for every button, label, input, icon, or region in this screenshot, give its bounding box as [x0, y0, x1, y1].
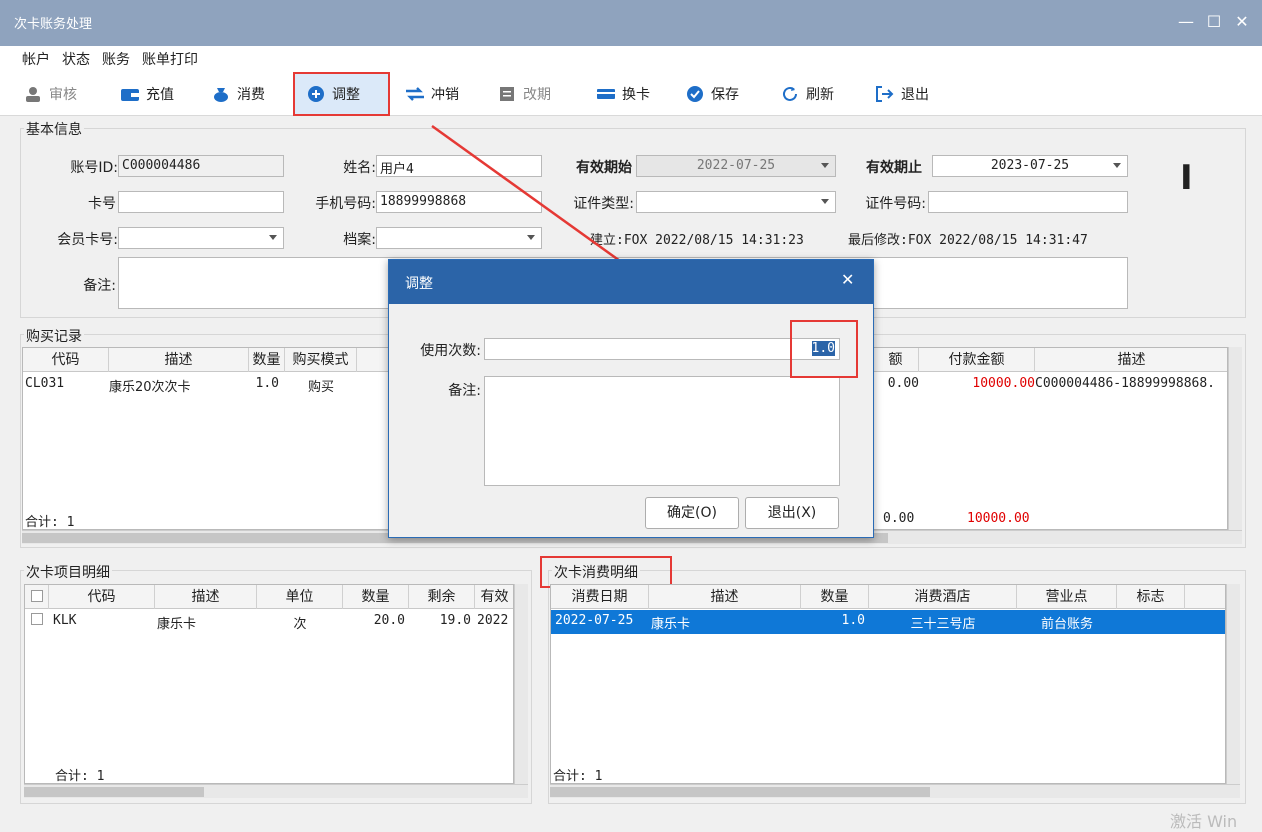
valid-end-label: 有效期止 — [866, 160, 922, 176]
items-total: 合计: 1 — [55, 769, 105, 784]
user-icon — [24, 85, 42, 103]
card-icon — [597, 85, 615, 103]
use-count-label: 使用次数: — [420, 343, 481, 359]
refresh-icon — [781, 85, 799, 103]
member-card-select[interactable] — [118, 227, 284, 249]
consume-vscroll[interactable] — [1226, 584, 1240, 784]
col-paid[interactable]: 付款金额 — [919, 348, 1035, 372]
adjust-button[interactable]: 调整 — [293, 72, 390, 116]
count-highlight — [790, 320, 858, 378]
card-no-label: 卡号 — [88, 196, 116, 212]
exit-icon — [876, 85, 894, 103]
plus-circle-icon — [307, 85, 325, 103]
col-mode[interactable]: 购买模式 — [285, 348, 357, 372]
use-count-field[interactable]: 1.0 — [484, 338, 840, 360]
col-amount[interactable]: 额 — [873, 348, 919, 372]
exit-button[interactable]: 退出 — [872, 78, 933, 110]
purchase-total: 合计: 1 — [25, 515, 75, 530]
consume-table: 消费日期 描述 数量 消费酒店 营业点 标志 2022-07-25 康乐卡 1.… — [550, 584, 1226, 784]
confirm-button[interactable]: 确定(O) — [645, 497, 739, 529]
col-qty[interactable]: 数量 — [249, 348, 285, 372]
col-desc[interactable]: 描述 — [109, 348, 249, 372]
valid-end-field[interactable]: 2023-07-25 — [932, 155, 1128, 177]
items-title: 次卡项目明细 — [24, 562, 112, 582]
chevron-down-icon — [821, 163, 829, 168]
toolbar: 审核 充值 消费 调整 冲销 改期 换卡 保存 刷新 退出 — [0, 72, 1262, 116]
consume-button[interactable]: 消费 — [208, 78, 269, 110]
chevron-down-icon — [269, 235, 277, 240]
close-button[interactable]: ✕ — [1230, 10, 1254, 34]
bag-icon — [212, 85, 230, 103]
menu-status[interactable]: 状态 — [62, 49, 90, 69]
modified-info: 最后修改:FOX 2022/08/15 14:31:47 — [848, 233, 1088, 248]
change-card-button[interactable]: 换卡 — [593, 78, 654, 110]
items-vscroll[interactable] — [514, 584, 528, 784]
text-cursor: I — [1180, 158, 1193, 198]
window-titlebar: 次卡账务处理 — ☐ ✕ — [0, 0, 1262, 46]
purchase-title: 购买记录 — [24, 326, 84, 346]
name-label: 姓名: — [343, 160, 376, 176]
activation-watermark: 激活 Win — [1170, 812, 1238, 831]
chevron-down-icon — [821, 199, 829, 204]
col-description[interactable]: 描述 — [1035, 348, 1227, 372]
cancel-button[interactable]: 退出(X) — [745, 497, 839, 529]
calendar-icon — [498, 85, 516, 103]
table-row[interactable]: 2022-07-25 康乐卡 1.0 三十三号店 前台账务 — [551, 610, 1225, 634]
swap-icon — [406, 85, 424, 103]
reverse-button[interactable]: 冲销 — [402, 78, 463, 110]
consume-hscroll[interactable] — [550, 784, 1240, 798]
check-circle-icon — [686, 85, 704, 103]
card-no-field[interactable] — [118, 191, 284, 213]
menu-account[interactable]: 帐户 — [22, 49, 50, 69]
dialog-close-icon[interactable]: ✕ — [841, 270, 854, 289]
file-label: 档案: — [343, 232, 376, 248]
items-hscroll[interactable] — [24, 784, 528, 798]
table-row[interactable]: KLK 康乐卡 次 20.0 19.0 2022 — [25, 610, 513, 634]
reschedule-button[interactable]: 改期 — [494, 78, 555, 110]
save-button[interactable]: 保存 — [682, 78, 743, 110]
select-all-checkbox[interactable] — [30, 590, 43, 602]
items-table: 代码 描述 单位 数量 剩余 有效 KLK 康乐卡 次 20.0 19.0 20… — [24, 584, 514, 784]
refresh-button[interactable]: 刷新 — [777, 78, 838, 110]
col-code[interactable]: 代码 — [23, 348, 109, 372]
audit-button[interactable]: 审核 — [20, 78, 81, 110]
consume-total: 合计: 1 — [553, 769, 603, 784]
maximize-button[interactable]: ☐ — [1202, 10, 1226, 34]
dialog-title: 调整 — [405, 276, 433, 292]
remark-label: 备注: — [83, 278, 116, 294]
wallet-icon — [121, 85, 139, 103]
dialog-titlebar: 调整 ✕ — [389, 260, 873, 304]
basic-info-title: 基本信息 — [24, 119, 84, 139]
id-no-field[interactable] — [928, 191, 1128, 213]
dialog-remark-field[interactable] — [484, 376, 840, 486]
minimize-button[interactable]: — — [1174, 10, 1198, 34]
member-card-label: 会员卡号: — [57, 232, 118, 248]
menu-bar: 帐户 状态 账务 账单打印 — [0, 46, 1262, 72]
account-id-label: 账号ID: — [70, 160, 118, 176]
chevron-down-icon — [1113, 163, 1121, 168]
recharge-button[interactable]: 充值 — [117, 78, 178, 110]
purchase-vscroll[interactable] — [1228, 347, 1242, 530]
phone-label: 手机号码: — [315, 196, 376, 212]
row-checkbox[interactable] — [31, 613, 43, 625]
dialog-remark-label: 备注: — [448, 383, 481, 399]
menu-bill-print[interactable]: 账单打印 — [142, 49, 198, 69]
menu-billing[interactable]: 账务 — [102, 49, 130, 69]
adjust-dialog: 调整 ✕ 使用次数: 1.0 备注: 确定(O) 退出(X) — [388, 259, 874, 538]
account-id-field[interactable]: C000004486 — [118, 155, 284, 177]
window-title: 次卡账务处理 — [14, 17, 93, 32]
id-no-label: 证件号码: — [865, 196, 926, 212]
